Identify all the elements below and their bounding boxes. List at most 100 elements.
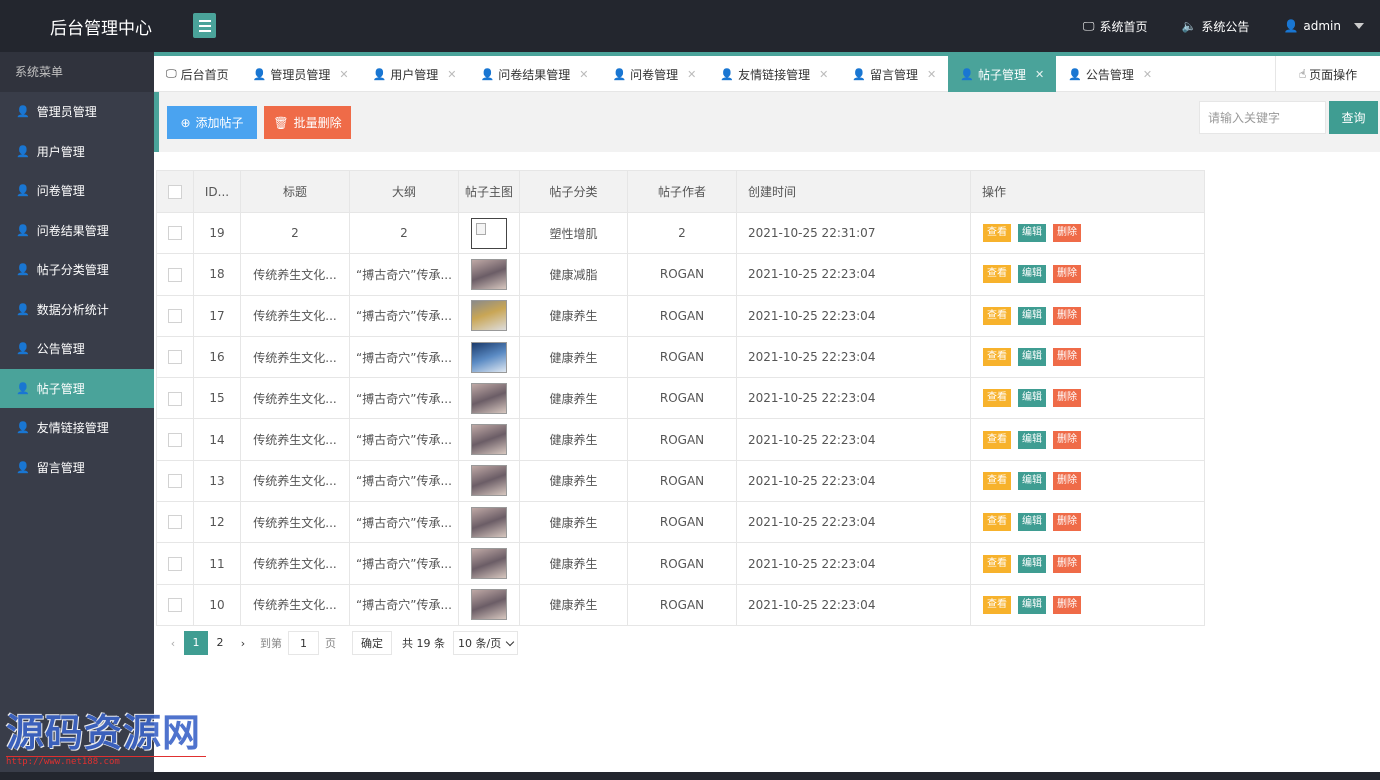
close-icon[interactable]: ✕ [339,68,348,81]
post-image-thumbnail[interactable] [471,217,507,249]
next-page-icon[interactable]: › [232,637,254,650]
edit-button[interactable]: 编辑 [1018,224,1046,243]
post-image-thumbnail[interactable] [471,424,507,456]
edit-button[interactable]: 编辑 [1018,554,1046,573]
tab-1[interactable]: 👤 管理员管理 ✕ [241,56,361,92]
menu-toggle-button[interactable] [193,13,216,38]
row-checkbox[interactable] [168,350,182,365]
close-icon[interactable]: ✕ [927,68,936,81]
view-button[interactable]: 查看 [983,513,1011,532]
post-image-thumbnail[interactable] [471,382,507,414]
post-image-thumbnail[interactable] [471,258,507,290]
col-header-title[interactable]: 标题 [240,170,350,213]
view-button[interactable]: 查看 [983,471,1011,490]
close-icon[interactable]: ✕ [819,68,828,81]
view-button[interactable]: 查看 [983,306,1011,325]
post-image-thumbnail[interactable] [471,300,507,332]
sidebar-item-2[interactable]: 👤 问卷管理 [0,171,154,211]
search-input[interactable] [1199,101,1326,134]
post-image-thumbnail[interactable] [471,589,507,621]
delete-button[interactable]: 删除 [1053,430,1081,449]
row-checkbox[interactable] [168,515,182,530]
delete-button[interactable]: 删除 [1053,265,1081,284]
view-button[interactable]: 查看 [983,348,1011,367]
tab-4[interactable]: 👤 问卷管理 ✕ [600,56,708,92]
close-icon[interactable]: ✕ [1143,68,1152,81]
close-icon[interactable]: ✕ [579,68,588,81]
edit-button[interactable]: 编辑 [1018,595,1046,614]
tab-5[interactable]: 👤 友情链接管理 ✕ [708,56,840,92]
close-icon[interactable]: ✕ [687,68,696,81]
post-image-thumbnail[interactable] [471,506,507,538]
sidebar-item-3[interactable]: 👤 问卷结果管理 [0,211,154,251]
sidebar-item-5[interactable]: 👤 数据分析统计 [0,290,154,330]
page-operations-button[interactable]: ☝ 页面操作 [1275,56,1380,92]
col-header-category[interactable]: 帖子分类 [519,170,628,213]
sidebar-item-8[interactable]: 👤 友情链接管理 [0,408,154,448]
tab-3[interactable]: 👤 问卷结果管理 ✕ [469,56,601,92]
row-checkbox[interactable] [168,226,182,241]
col-header-author[interactable]: 帖子作者 [627,170,737,213]
delete-button[interactable]: 删除 [1053,224,1081,243]
add-post-button[interactable]: ⊕ 添加帖子 [167,106,257,139]
user-menu[interactable]: 👤 admin [1283,19,1364,33]
row-checkbox[interactable] [168,308,182,323]
sidebar-item-6[interactable]: 👤 公告管理 [0,329,154,369]
col-header-image[interactable]: 帖子主图 [458,170,520,213]
row-checkbox[interactable] [168,391,182,406]
page-size-select[interactable]: 10 条/页 [453,631,519,655]
system-notice-link[interactable]: 🔈 系统公告 [1181,18,1249,35]
system-home-link[interactable]: 🖵 系统首页 [1083,18,1148,35]
delete-button[interactable]: 删除 [1053,389,1081,408]
post-image-thumbnail[interactable] [471,465,507,497]
edit-button[interactable]: 编辑 [1018,389,1046,408]
row-checkbox[interactable] [168,556,182,571]
post-image-thumbnail[interactable] [471,341,507,373]
sidebar-item-1[interactable]: 👤 用户管理 [0,132,154,172]
goto-page-input[interactable] [288,631,319,655]
tab-7[interactable]: 👤 帖子管理 ✕ [948,56,1057,92]
edit-button[interactable]: 编辑 [1018,306,1046,325]
view-button[interactable]: 查看 [983,389,1011,408]
post-image-thumbnail[interactable] [471,548,507,580]
delete-button[interactable]: 删除 [1053,306,1081,325]
delete-button[interactable]: 删除 [1053,348,1081,367]
close-icon[interactable]: ✕ [447,68,456,81]
col-header-outline[interactable]: 大纲 [349,170,459,213]
sidebar-item-9[interactable]: 👤 留言管理 [0,448,154,488]
row-checkbox[interactable] [168,474,182,489]
row-checkbox[interactable] [168,432,182,447]
view-button[interactable]: 查看 [983,224,1011,243]
tab-0[interactable]: 🖵 后台首页 [154,56,241,92]
row-checkbox[interactable] [168,598,182,613]
delete-button[interactable]: 删除 [1053,471,1081,490]
goto-confirm-button[interactable]: 确定 [352,631,392,655]
batch-delete-button[interactable]: 🗑 批量删除 [264,106,351,139]
page-1-button[interactable]: 1 [184,631,208,655]
sidebar-item-4[interactable]: 👤 帖子分类管理 [0,250,154,290]
sidebar-item-7[interactable]: 👤 帖子管理 [0,368,154,408]
search-button[interactable]: 查询 [1329,101,1378,134]
prev-page-icon[interactable]: ‹ [162,637,184,650]
edit-button[interactable]: 编辑 [1018,265,1046,284]
edit-button[interactable]: 编辑 [1018,430,1046,449]
select-all-checkbox[interactable] [168,184,182,199]
tab-2[interactable]: 👤 用户管理 ✕ [361,56,469,92]
delete-button[interactable]: 删除 [1053,595,1081,614]
edit-button[interactable]: 编辑 [1018,348,1046,367]
delete-button[interactable]: 删除 [1053,513,1081,532]
col-header-created[interactable]: 创建时间 [736,170,971,213]
sidebar-item-0[interactable]: 👤 管理员管理 [0,92,154,132]
col-header-id[interactable]: ID... [193,170,241,213]
row-checkbox[interactable] [168,267,182,282]
page-2-button[interactable]: 2 [208,631,232,655]
view-button[interactable]: 查看 [983,265,1011,284]
edit-button[interactable]: 编辑 [1018,471,1046,490]
delete-button[interactable]: 删除 [1053,554,1081,573]
tab-8[interactable]: 👤 公告管理 ✕ [1056,56,1164,92]
tab-6[interactable]: 👤 留言管理 ✕ [840,56,948,92]
view-button[interactable]: 查看 [983,595,1011,614]
view-button[interactable]: 查看 [983,554,1011,573]
view-button[interactable]: 查看 [983,430,1011,449]
edit-button[interactable]: 编辑 [1018,513,1046,532]
